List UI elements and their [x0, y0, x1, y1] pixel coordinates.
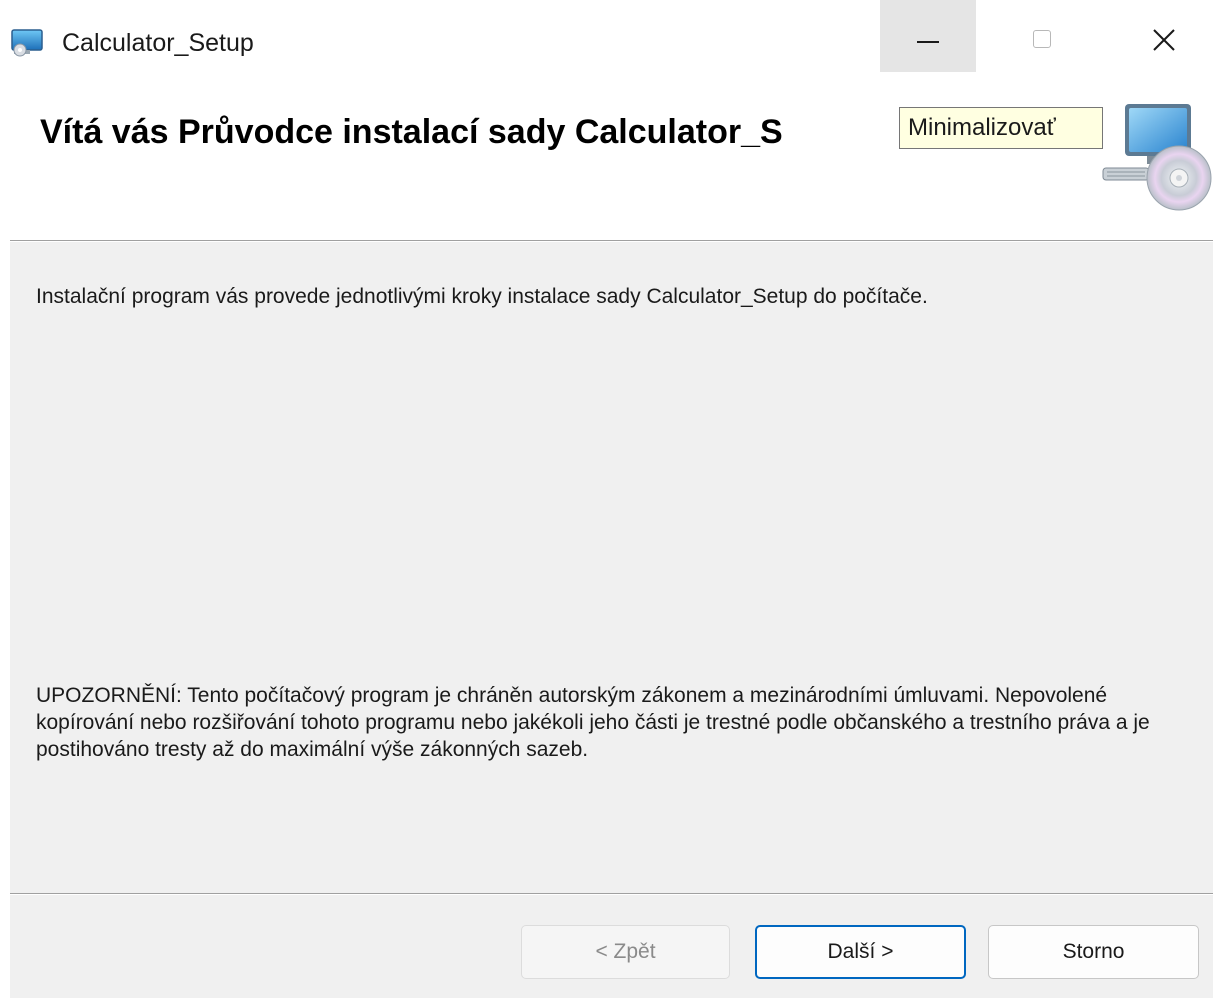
wizard-title: Vítá vás Průvodce instalací sady Calcula…	[40, 113, 783, 151]
maximize-icon	[1033, 30, 1051, 48]
back-button[interactable]: < Zpět	[521, 925, 730, 979]
window-title: Calculator_Setup	[62, 29, 254, 57]
close-icon	[1153, 29, 1175, 51]
maximize-button[interactable]	[996, 0, 1092, 72]
title-bar[interactable]: Calculator_Setup	[10, 0, 1213, 72]
header-divider-highlight	[10, 241, 1213, 242]
setup-computer-disc-icon	[1095, 100, 1213, 212]
footer-divider-highlight	[10, 894, 1213, 895]
minimize-button[interactable]	[880, 0, 976, 72]
intro-text: Instalační program vás provede jednotliv…	[36, 285, 928, 308]
wizard-header: Vítá vás Průvodce instalací sady Calcula…	[10, 72, 1213, 240]
minimize-icon	[917, 41, 939, 43]
copyright-notice: UPOZORNĚNÍ: Tento počítačový program je …	[36, 684, 1150, 761]
cancel-button[interactable]: Storno	[988, 925, 1199, 979]
minimize-tooltip: Minimalizovať	[899, 107, 1103, 149]
close-button[interactable]	[1116, 0, 1212, 72]
app-icon	[10, 28, 46, 58]
setup-window: Calculator_Setup Vítá vás Průvodce insta…	[10, 0, 1213, 998]
next-button[interactable]: Další >	[755, 925, 966, 979]
